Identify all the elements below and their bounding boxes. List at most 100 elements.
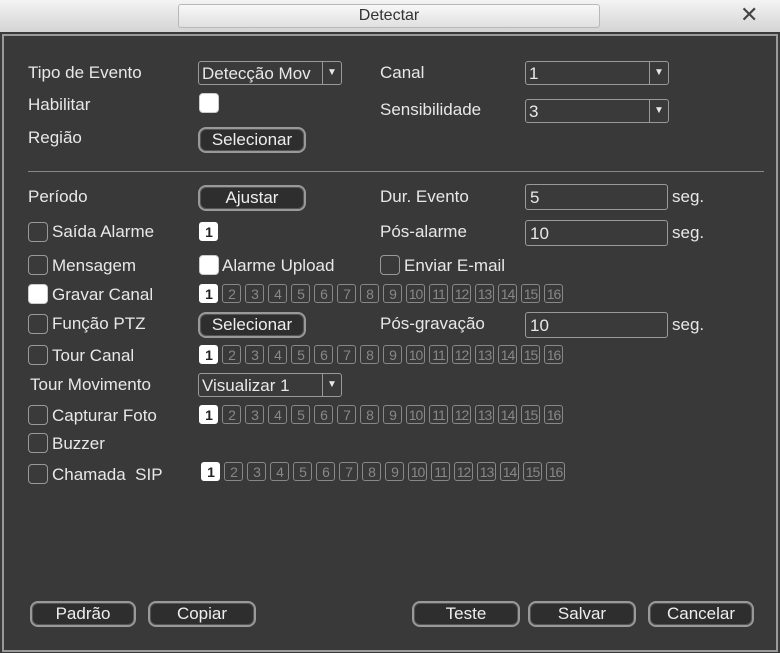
buzzer-checkbox[interactable]	[28, 433, 48, 453]
channel-toggle[interactable]: 11	[431, 462, 450, 481]
channel-toggle[interactable]: 6	[316, 462, 335, 481]
channel-toggle[interactable]: 5	[291, 345, 310, 364]
dur-evento-label: Dur. Evento	[380, 187, 469, 206]
channel-toggle[interactable]: 16	[544, 284, 563, 303]
pos-alarme-label: Pós-alarme	[380, 222, 467, 241]
regiao-label: Região	[28, 128, 82, 147]
channel-toggle[interactable]: 4	[270, 462, 289, 481]
channel-toggle[interactable]: 13	[475, 405, 494, 424]
capturar-foto-checkbox[interactable]	[28, 405, 48, 425]
enviar-email-checkbox[interactable]	[380, 255, 400, 275]
channel-toggle[interactable]: 2	[222, 284, 241, 303]
channel-toggle[interactable]: 7	[339, 462, 358, 481]
channel-toggle[interactable]: 8	[362, 462, 381, 481]
channel-toggle[interactable]: 2	[222, 345, 241, 364]
channel-toggle[interactable]: 3	[245, 345, 264, 364]
channel-toggle[interactable]: 14	[500, 462, 519, 481]
channel-toggle[interactable]: 9	[383, 405, 402, 424]
ajustar-button[interactable]: Ajustar	[198, 185, 306, 211]
channel-toggle[interactable]: 12	[452, 345, 471, 364]
channel-toggle[interactable]: 5	[293, 462, 312, 481]
channel-toggle[interactable]: 7	[337, 284, 356, 303]
channel-toggle[interactable]: 3	[247, 462, 266, 481]
tour-canal-channels: 1 2 3 4 5 6 7 8 9 10 11 12 13 14 15 16	[199, 345, 563, 364]
channel-toggle[interactable]: 9	[383, 284, 402, 303]
habilitar-checkbox[interactable]	[199, 93, 219, 113]
channel-toggle[interactable]: 12	[452, 284, 471, 303]
channel-toggle[interactable]: 1	[199, 405, 218, 424]
channel-toggle[interactable]: 14	[498, 345, 517, 364]
channel-toggle[interactable]: 4	[268, 345, 287, 364]
copiar-button[interactable]: Copiar	[148, 601, 256, 627]
gravar-canal-checkbox[interactable]	[28, 284, 48, 304]
tour-canal-checkbox[interactable]	[28, 345, 48, 365]
tour-movimento-select[interactable]: Visualizar 1 ▼	[198, 373, 342, 397]
channel-toggle[interactable]: 6	[314, 405, 333, 424]
salvar-button[interactable]: Salvar	[528, 601, 636, 627]
channel-toggle[interactable]: 15	[523, 462, 542, 481]
channel-toggle[interactable]: 16	[544, 345, 563, 364]
channel-toggle[interactable]: 3	[245, 284, 264, 303]
canal-select[interactable]: 1 ▼	[525, 61, 669, 85]
channel-toggle[interactable]: 10	[406, 284, 425, 303]
channel-toggle[interactable]: 5	[291, 405, 310, 424]
padrao-button[interactable]: Padrão	[30, 601, 136, 627]
channel-toggle[interactable]: 15	[521, 345, 540, 364]
channel-toggle[interactable]: 12	[454, 462, 473, 481]
channel-toggle[interactable]: 10	[406, 405, 425, 424]
channel-toggle[interactable]: 6	[314, 284, 333, 303]
mensagem-checkbox[interactable]	[28, 255, 48, 275]
channel-toggle[interactable]: 16	[544, 405, 563, 424]
channel-toggle[interactable]: 14	[498, 284, 517, 303]
channel-toggle[interactable]: 2	[222, 405, 241, 424]
pos-alarme-input[interactable]: 10	[525, 220, 668, 246]
pos-gravacao-input[interactable]: 10	[525, 312, 668, 338]
channel-toggle[interactable]: 16	[546, 462, 565, 481]
sensibilidade-value: 3	[529, 102, 539, 121]
channel-toggle[interactable]: 1	[201, 462, 220, 481]
teste-button[interactable]: Teste	[412, 601, 520, 627]
channel-toggle[interactable]: 11	[429, 405, 448, 424]
ptz-selecionar-button[interactable]: Selecionar	[198, 312, 306, 338]
buzzer-label: Buzzer	[52, 434, 105, 453]
seg-label: seg.	[672, 187, 705, 206]
channel-toggle[interactable]: 8	[360, 284, 379, 303]
channel-toggle[interactable]: 10	[406, 345, 425, 364]
dur-evento-input[interactable]: 5	[525, 184, 668, 210]
channel-toggle[interactable]: 15	[521, 405, 540, 424]
channel-toggle[interactable]: 1	[199, 284, 218, 303]
channel-toggle[interactable]: 11	[429, 345, 448, 364]
chamada-sip-checkbox[interactable]	[28, 464, 48, 484]
channel-toggle[interactable]: 2	[224, 462, 243, 481]
channel-toggle[interactable]: 4	[268, 284, 287, 303]
channel-toggle[interactable]: 8	[360, 345, 379, 364]
cancelar-button[interactable]: Cancelar	[648, 601, 754, 627]
funcao-ptz-checkbox[interactable]	[28, 314, 48, 334]
channel-toggle[interactable]: 6	[314, 345, 333, 364]
channel-toggle[interactable]: 15	[521, 284, 540, 303]
channel-toggle[interactable]: 13	[475, 345, 494, 364]
channel-toggle[interactable]: 8	[360, 405, 379, 424]
alarme-upload-checkbox[interactable]	[199, 255, 219, 275]
alarme-upload-label: Alarme Upload	[222, 256, 335, 275]
channel-toggle[interactable]: 1	[199, 222, 218, 241]
channel-toggle[interactable]: 9	[383, 345, 402, 364]
channel-toggle[interactable]: 12	[452, 405, 471, 424]
sensibilidade-select[interactable]: 3 ▼	[525, 99, 669, 123]
regiao-selecionar-button[interactable]: Selecionar	[198, 127, 306, 153]
channel-toggle[interactable]: 3	[245, 405, 264, 424]
channel-toggle[interactable]: 7	[337, 345, 356, 364]
channel-toggle[interactable]: 4	[268, 405, 287, 424]
channel-toggle[interactable]: 10	[408, 462, 427, 481]
channel-toggle[interactable]: 13	[475, 284, 494, 303]
close-icon[interactable]: ✕	[740, 4, 758, 26]
tipo-evento-select[interactable]: Detecção Mov ▼	[198, 61, 342, 85]
saida-alarme-checkbox[interactable]	[28, 222, 48, 242]
channel-toggle[interactable]: 11	[429, 284, 448, 303]
channel-toggle[interactable]: 13	[477, 462, 496, 481]
channel-toggle[interactable]: 1	[199, 345, 218, 364]
channel-toggle[interactable]: 7	[337, 405, 356, 424]
channel-toggle[interactable]: 14	[498, 405, 517, 424]
channel-toggle[interactable]: 9	[385, 462, 404, 481]
channel-toggle[interactable]: 5	[291, 284, 310, 303]
